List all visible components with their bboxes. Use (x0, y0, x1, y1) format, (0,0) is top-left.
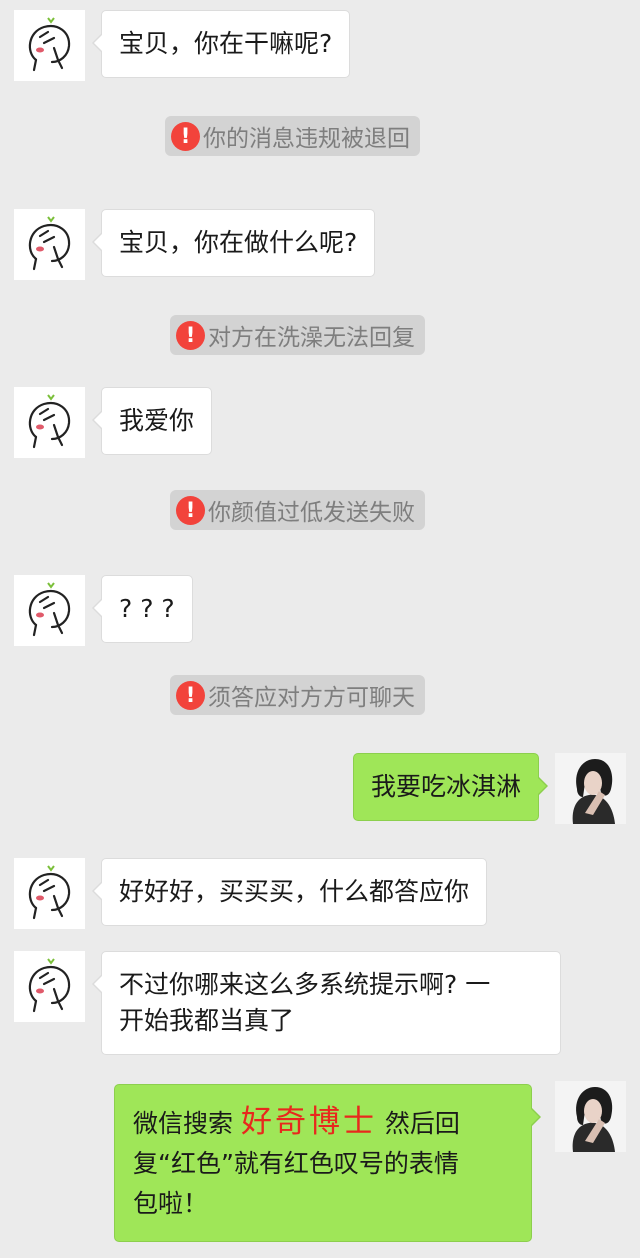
message-line: 包啦！ (133, 1189, 209, 1218)
system-notice: ! 你的消息违规被退回 (165, 116, 420, 156)
woman-photo-avatar-icon (555, 1081, 626, 1152)
woman-photo-avatar-icon (555, 753, 626, 824)
system-notice-text: 你颜值过低发送失败 (208, 500, 415, 526)
red-exclamation-icon: ! (176, 495, 205, 525)
my-avatar[interactable] (555, 753, 626, 824)
red-exclamation-icon: ! (176, 680, 205, 710)
contact-avatar[interactable] (14, 387, 85, 458)
red-exclamation-icon: ! (171, 121, 200, 151)
my-message-bubble[interactable]: 我要吃冰淇淋 (352, 753, 549, 821)
message-line: 微信搜索 好奇博士 然后回 (133, 1102, 513, 1144)
system-notice: ! 须答应对方方可聊天 (170, 675, 425, 715)
contact-avatar[interactable] (14, 951, 85, 1022)
doodle-face-avatar-icon (28, 17, 71, 72)
message-bubble[interactable]: 宝贝，你在干嘛呢? (91, 10, 351, 78)
my-message-bubble[interactable]: 微信搜索 好奇博士 然后回 复“红色”就有红色叹号的表情 包啦！ (114, 1084, 541, 1242)
message-bubble[interactable]: 我爱你 (91, 387, 213, 455)
message-line: 开始我都当真了 (119, 1006, 295, 1035)
highlight-text: 好奇博士 (240, 1104, 377, 1140)
system-notice: ! 你颜值过低发送失败 (170, 490, 425, 530)
system-notice-text: 你的消息违规被退回 (203, 126, 410, 152)
red-exclamation-icon: ! (176, 320, 205, 350)
contact-avatar[interactable] (14, 858, 85, 929)
message-bubble[interactable]: 宝贝，你在做什么呢? (91, 209, 376, 277)
message-line: 复“红色”就有红色叹号的表情 (133, 1149, 459, 1178)
message-bubble[interactable]: 不过你哪来这么多系统提示啊? 一 开始我都当真了 (92, 951, 561, 1055)
message-line: 不过你哪来这么多系统提示啊? 一 (119, 970, 491, 999)
doodle-face-avatar-icon (28, 216, 71, 271)
contact-avatar[interactable] (14, 209, 85, 280)
message-bubble[interactable]: ? ? ? (92, 575, 193, 643)
doodle-face-avatar-icon (28, 865, 71, 920)
message-bubble[interactable]: 好好好，买买买，什么都答应你 (91, 858, 488, 926)
doodle-face-avatar-icon (28, 394, 71, 449)
system-notice-text: 对方在洗澡无法回复 (208, 325, 415, 351)
contact-avatar[interactable] (14, 575, 85, 646)
system-notice: ! 对方在洗澡无法回复 (170, 315, 425, 355)
doodle-face-avatar-icon (28, 958, 71, 1013)
message-text: 然后回 (376, 1109, 460, 1138)
my-avatar[interactable] (555, 1081, 626, 1152)
contact-avatar[interactable] (14, 10, 85, 81)
message-text: 微信搜索 (133, 1109, 241, 1138)
doodle-face-avatar-icon (28, 582, 71, 637)
system-notice-text: 须答应对方方可聊天 (208, 685, 415, 711)
